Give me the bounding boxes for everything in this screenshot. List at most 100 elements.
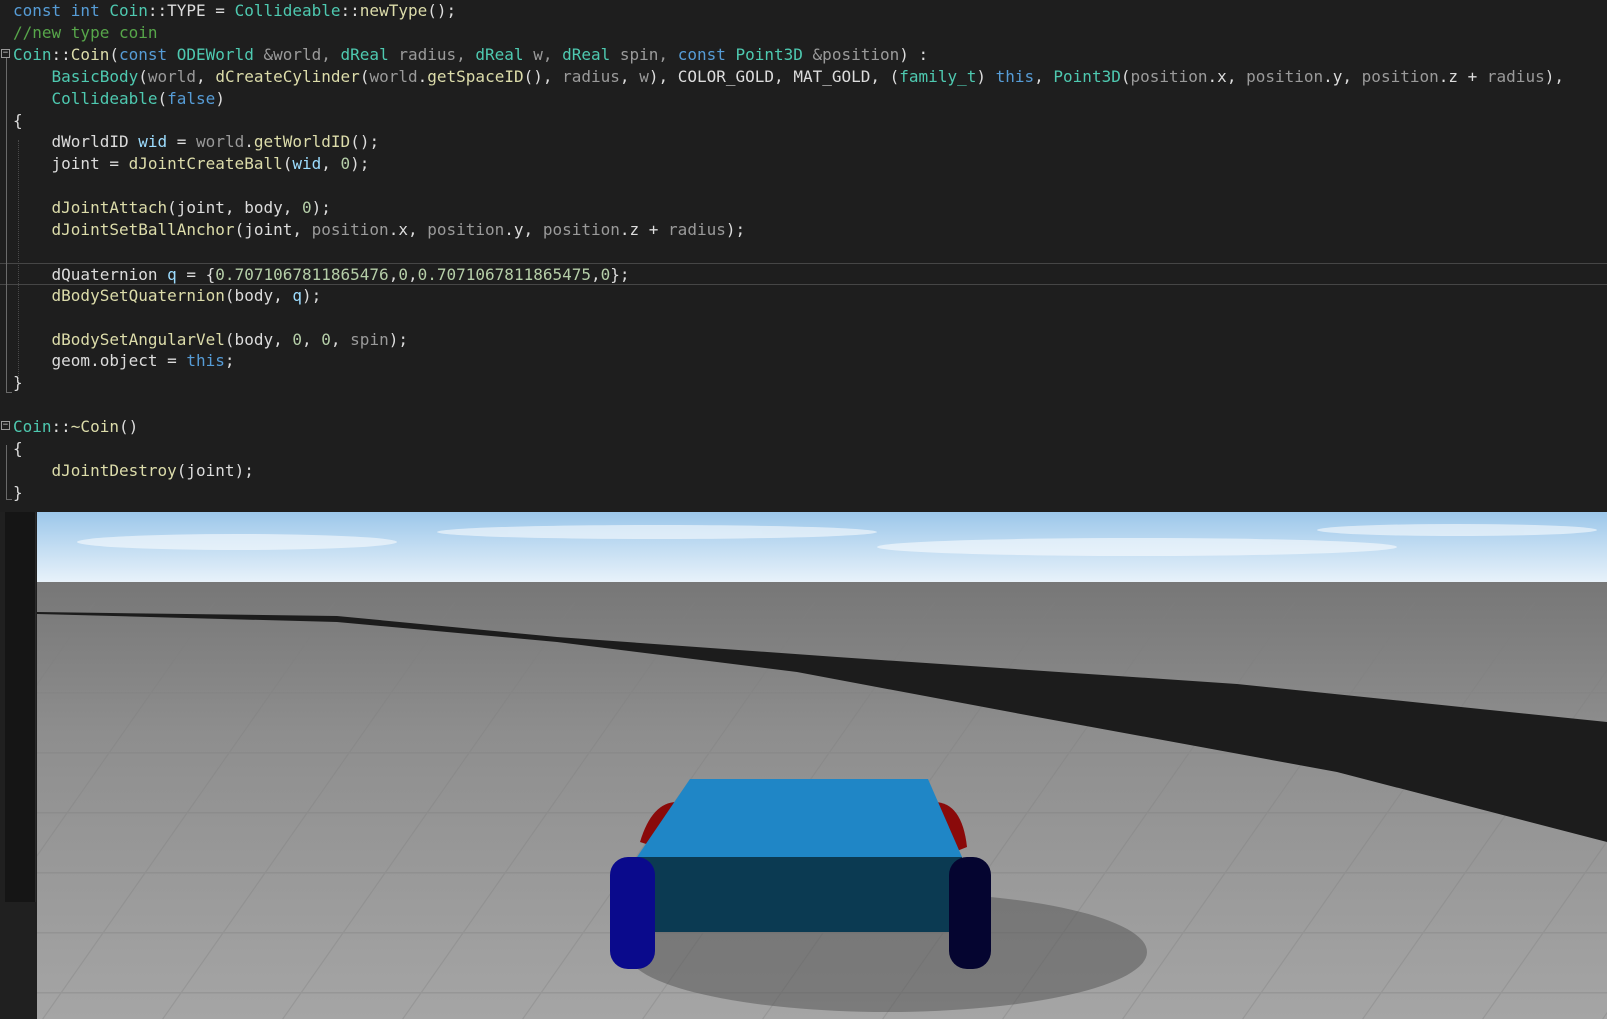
code-token: , [388,264,399,284]
code-token: . [417,66,428,86]
code-token: spin, [619,44,678,64]
code-token: (joint, body, [167,198,302,218]
code-line[interactable]: { [0,110,1607,132]
code-token: 0.7071067811865476 [215,264,389,284]
code-text: Coin::Coin(const ODEWorld &world, dReal … [13,44,928,66]
code-token: (); [427,1,457,20]
code-token: &world, [263,44,341,64]
code-line[interactable]: dJointSetBallAnchor(joint, position.x, p… [0,219,1607,241]
code-token: , [302,329,322,349]
code-line[interactable]: dWorldID wid = world.getWorldID(); [0,131,1607,153]
code-editor[interactable]: const int Coin::TYPE = Collideable::newT… [0,0,1607,512]
code-line[interactable]: } [0,482,1607,504]
code-text: Collideable(false) [13,88,225,110]
code-token: 0.7071067811865475 [417,264,591,284]
code-token: dReal [562,44,620,64]
code-text: dBodySetAngularVel(body, 0, 0, spin); [13,329,408,351]
code-token: getSpaceID [427,66,524,86]
code-token: :: [340,1,360,20]
code-line[interactable]: dBodySetAngularVel(body, 0, 0, spin); [0,329,1607,351]
code-token: ODEWorld [176,44,264,64]
code-line[interactable]: { [0,438,1607,460]
code-line[interactable]: BasicBody(world, dCreateCylinder(world.g… [0,66,1607,88]
code-token: , [591,264,601,284]
code-text: Coin::~Coin() [13,416,138,438]
code-token: }; [610,264,630,284]
code-line[interactable]: const int Coin::TYPE = Collideable::newT… [0,0,1607,22]
current-code-line[interactable]: dQuaternion q = {0.7071067811865476,0,0.… [0,262,1607,286]
code-token: , [619,66,640,86]
code-token: Collideable [234,1,341,20]
code-token: dQuaternion [13,264,168,284]
code-token: const [118,44,177,64]
code-line[interactable]: − Coin::~Coin() [0,416,1607,438]
code-token: this [995,66,1035,86]
code-token: dJointSetBallAnchor [51,220,235,239]
code-text: { [13,110,23,132]
code-token: ); [388,329,408,349]
code-line[interactable]: − Coin::Coin(const ODEWorld &world, dReal… [0,44,1607,66]
code-text: dJointAttach(joint, body, 0); [13,197,331,219]
code-token: ) [976,66,996,86]
code-token: this [186,351,225,371]
code-text: geom.object = this; [13,350,235,372]
code-token: dCreateCylinder [215,66,360,86]
code-token: .x, [388,220,428,239]
code-token: 0 [321,329,331,349]
code-line[interactable]: geom.object = this; [0,350,1607,372]
simulation-viewport[interactable] [37,512,1607,1019]
fold-toggle-icon[interactable]: − [1,48,10,58]
code-token: spin [350,329,389,349]
code-token: . [244,132,254,152]
code-line[interactable] [0,394,1607,416]
code-token: ); [350,154,370,174]
code-token: .y, [504,220,543,239]
code-token: radius [562,66,620,86]
code-text: dQuaternion q = {0.7071067811865476,0,0.… [13,264,630,286]
car-wheel-back-right [949,857,991,969]
code-token: ; [224,351,235,371]
code-line[interactable]: } [0,372,1607,394]
code-line[interactable]: Collideable(false) [0,88,1607,110]
code-token: //new type coin [13,22,158,42]
code-token: Coin [13,44,52,64]
code-token: family_t [899,66,977,86]
fold-guide [6,58,7,392]
code-token: .y, [1323,66,1362,86]
fold-toggle-icon[interactable]: − [1,421,10,431]
code-line[interactable]: dJointAttach(joint, body, 0); [0,197,1607,219]
code-text: dWorldID wid = world.getWorldID(); [13,131,380,153]
code-line[interactable]: //new type coin [0,22,1607,44]
code-token: world [196,132,245,152]
code-text: const int Coin::TYPE = Collideable::newT… [13,0,456,22]
code-token: Coin [13,417,52,437]
code-line[interactable] [0,241,1607,263]
code-token: (body, [224,329,293,349]
code-token: (); [350,132,380,152]
code-token: Point3D [1053,66,1121,86]
code-line[interactable] [0,175,1607,197]
code-token: ) : [899,44,929,64]
code-token: , [1034,66,1054,86]
code-line[interactable]: joint = dJointCreateBall(wid, 0); [0,153,1607,175]
code-line[interactable]: dJointDestroy(joint); [0,460,1607,482]
code-token: 0 [398,264,408,284]
code-token: dJointDestroy [51,460,177,480]
code-token: Collideable [51,88,158,108]
code-token: ); [725,220,746,239]
code-token: wid [138,132,168,152]
code-line[interactable]: dBodySetQuaternion(body, q); [0,285,1607,307]
code-token: dJointAttach [51,198,168,218]
code-text: dBodySetQuaternion(body, q); [13,285,322,307]
code-line[interactable] [0,307,1607,329]
code-token: (joint); [176,460,254,480]
code-text: { [13,438,23,460]
code-token: geom.object = [13,351,187,371]
code-text: dJointSetBallAnchor(joint, position.x, p… [13,219,746,241]
code-token: dReal [340,44,399,64]
code-token: Point3D [735,44,813,64]
fold-guide-end [6,392,12,393]
code-token: 0 [292,329,302,349]
code-token: ); [302,285,322,305]
